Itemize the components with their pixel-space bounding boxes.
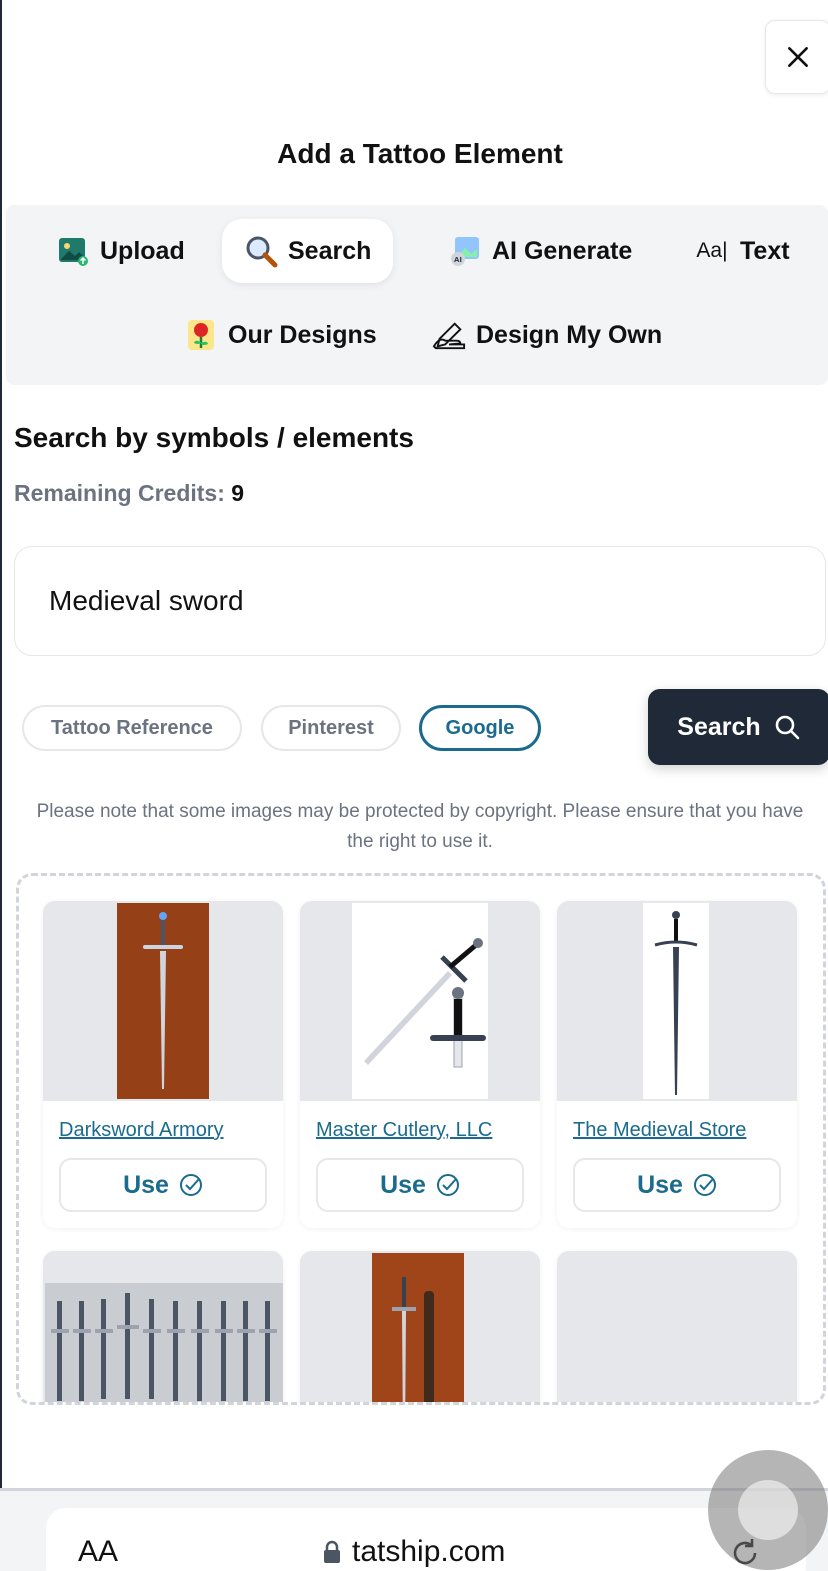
close-button[interactable]	[765, 20, 828, 94]
tab-text-label: Text	[740, 236, 790, 265]
result-source-link[interactable]: Master Cutlery, LLC	[316, 1119, 540, 1142]
window-edge	[0, 0, 2, 1490]
tab-text[interactable]: Aa| Text	[672, 219, 812, 283]
result-card: Darksword Armory Use	[43, 901, 283, 1228]
sword-collection-image	[43, 1251, 283, 1402]
tab-upload[interactable]: Upload	[34, 219, 207, 283]
text-cursor-icon: Aa|	[696, 239, 728, 262]
use-button[interactable]: Use	[316, 1158, 524, 1212]
result-card: Master Cutlery, LLC Use	[300, 901, 540, 1228]
check-circle-icon	[693, 1174, 716, 1196]
search-button[interactable]: Search	[648, 689, 828, 765]
result-source-link[interactable]: The Medieval Store	[573, 1119, 797, 1142]
result-image-placeholder[interactable]	[557, 1251, 797, 1402]
use-button-label: Use	[380, 1170, 426, 1199]
tab-design-my-own-label: Design My Own	[476, 320, 663, 349]
svg-text:AI: AI	[454, 256, 462, 264]
check-circle-icon	[179, 1174, 202, 1196]
source-chip-pinterest[interactable]: Pinterest	[261, 705, 401, 751]
remaining-credits: Remaining Credits: 9	[14, 480, 244, 507]
ai-image-icon: AI	[448, 234, 482, 268]
search-button-label: Search	[677, 712, 761, 741]
check-circle-icon	[436, 1174, 459, 1196]
tab-upload-label: Upload	[100, 236, 185, 265]
result-card	[43, 1251, 283, 1402]
result-source-link[interactable]: Darksword Armory	[59, 1119, 283, 1142]
tab-design-my-own[interactable]: Design My Own	[410, 303, 684, 367]
result-image[interactable]	[43, 901, 283, 1101]
text-size-button[interactable]: AA	[78, 1535, 118, 1569]
search-query: Medieval sword	[49, 585, 244, 616]
close-icon	[788, 47, 808, 67]
result-image[interactable]	[557, 901, 797, 1101]
search-icon	[775, 715, 799, 740]
assistive-touch-button[interactable]	[708, 1450, 828, 1570]
tab-search-label: Search	[288, 236, 372, 265]
result-card: The Medieval Store Use	[557, 901, 797, 1228]
results-grid: Darksword Armory Use Master Cutlery, LLC…	[16, 873, 826, 1405]
tab-ai-generate-label: AI Generate	[492, 236, 633, 265]
use-button-label: Use	[637, 1170, 683, 1199]
result-image[interactable]	[300, 1251, 540, 1402]
tab-our-designs[interactable]: Our Designs	[162, 303, 399, 367]
tab-ai-generate[interactable]: AI AI Generate	[426, 219, 654, 283]
sword-image	[300, 1251, 540, 1402]
use-button-label: Use	[123, 1170, 169, 1199]
copyright-notice: Please note that some images may be prot…	[36, 801, 804, 852]
result-image[interactable]	[43, 1251, 283, 1402]
sword-image	[43, 901, 283, 1101]
source-chip-tattoo-reference[interactable]: Tattoo Reference	[22, 705, 242, 751]
result-image[interactable]	[300, 901, 540, 1101]
credits-value: 9	[231, 480, 245, 506]
url-text: tatship.com	[352, 1535, 506, 1568]
url-display[interactable]: tatship.com	[322, 1535, 505, 1569]
image-upload-icon	[56, 234, 90, 268]
result-card	[557, 1251, 797, 1402]
section-title: Search by symbols / elements	[14, 422, 414, 453]
rose-icon	[184, 318, 218, 352]
credits-label: Remaining Credits:	[14, 480, 225, 506]
tabs-panel: Upload Search AI AI Generate Aa| Text Ou…	[6, 205, 828, 385]
pen-hand-icon	[432, 318, 466, 352]
tab-our-designs-label: Our Designs	[228, 320, 377, 349]
modal-title: Add a Tattoo Element	[277, 138, 563, 169]
use-button[interactable]: Use	[573, 1158, 781, 1212]
sword-image	[557, 901, 797, 1101]
tab-search[interactable]: Search	[222, 219, 394, 283]
lock-icon	[324, 1540, 340, 1563]
sword-image	[300, 901, 540, 1101]
search-input[interactable]: Medieval sword	[14, 546, 826, 656]
result-card	[300, 1251, 540, 1402]
magnifier-icon	[244, 234, 278, 268]
use-button[interactable]: Use	[59, 1158, 267, 1212]
source-chip-google[interactable]: Google	[419, 705, 541, 751]
